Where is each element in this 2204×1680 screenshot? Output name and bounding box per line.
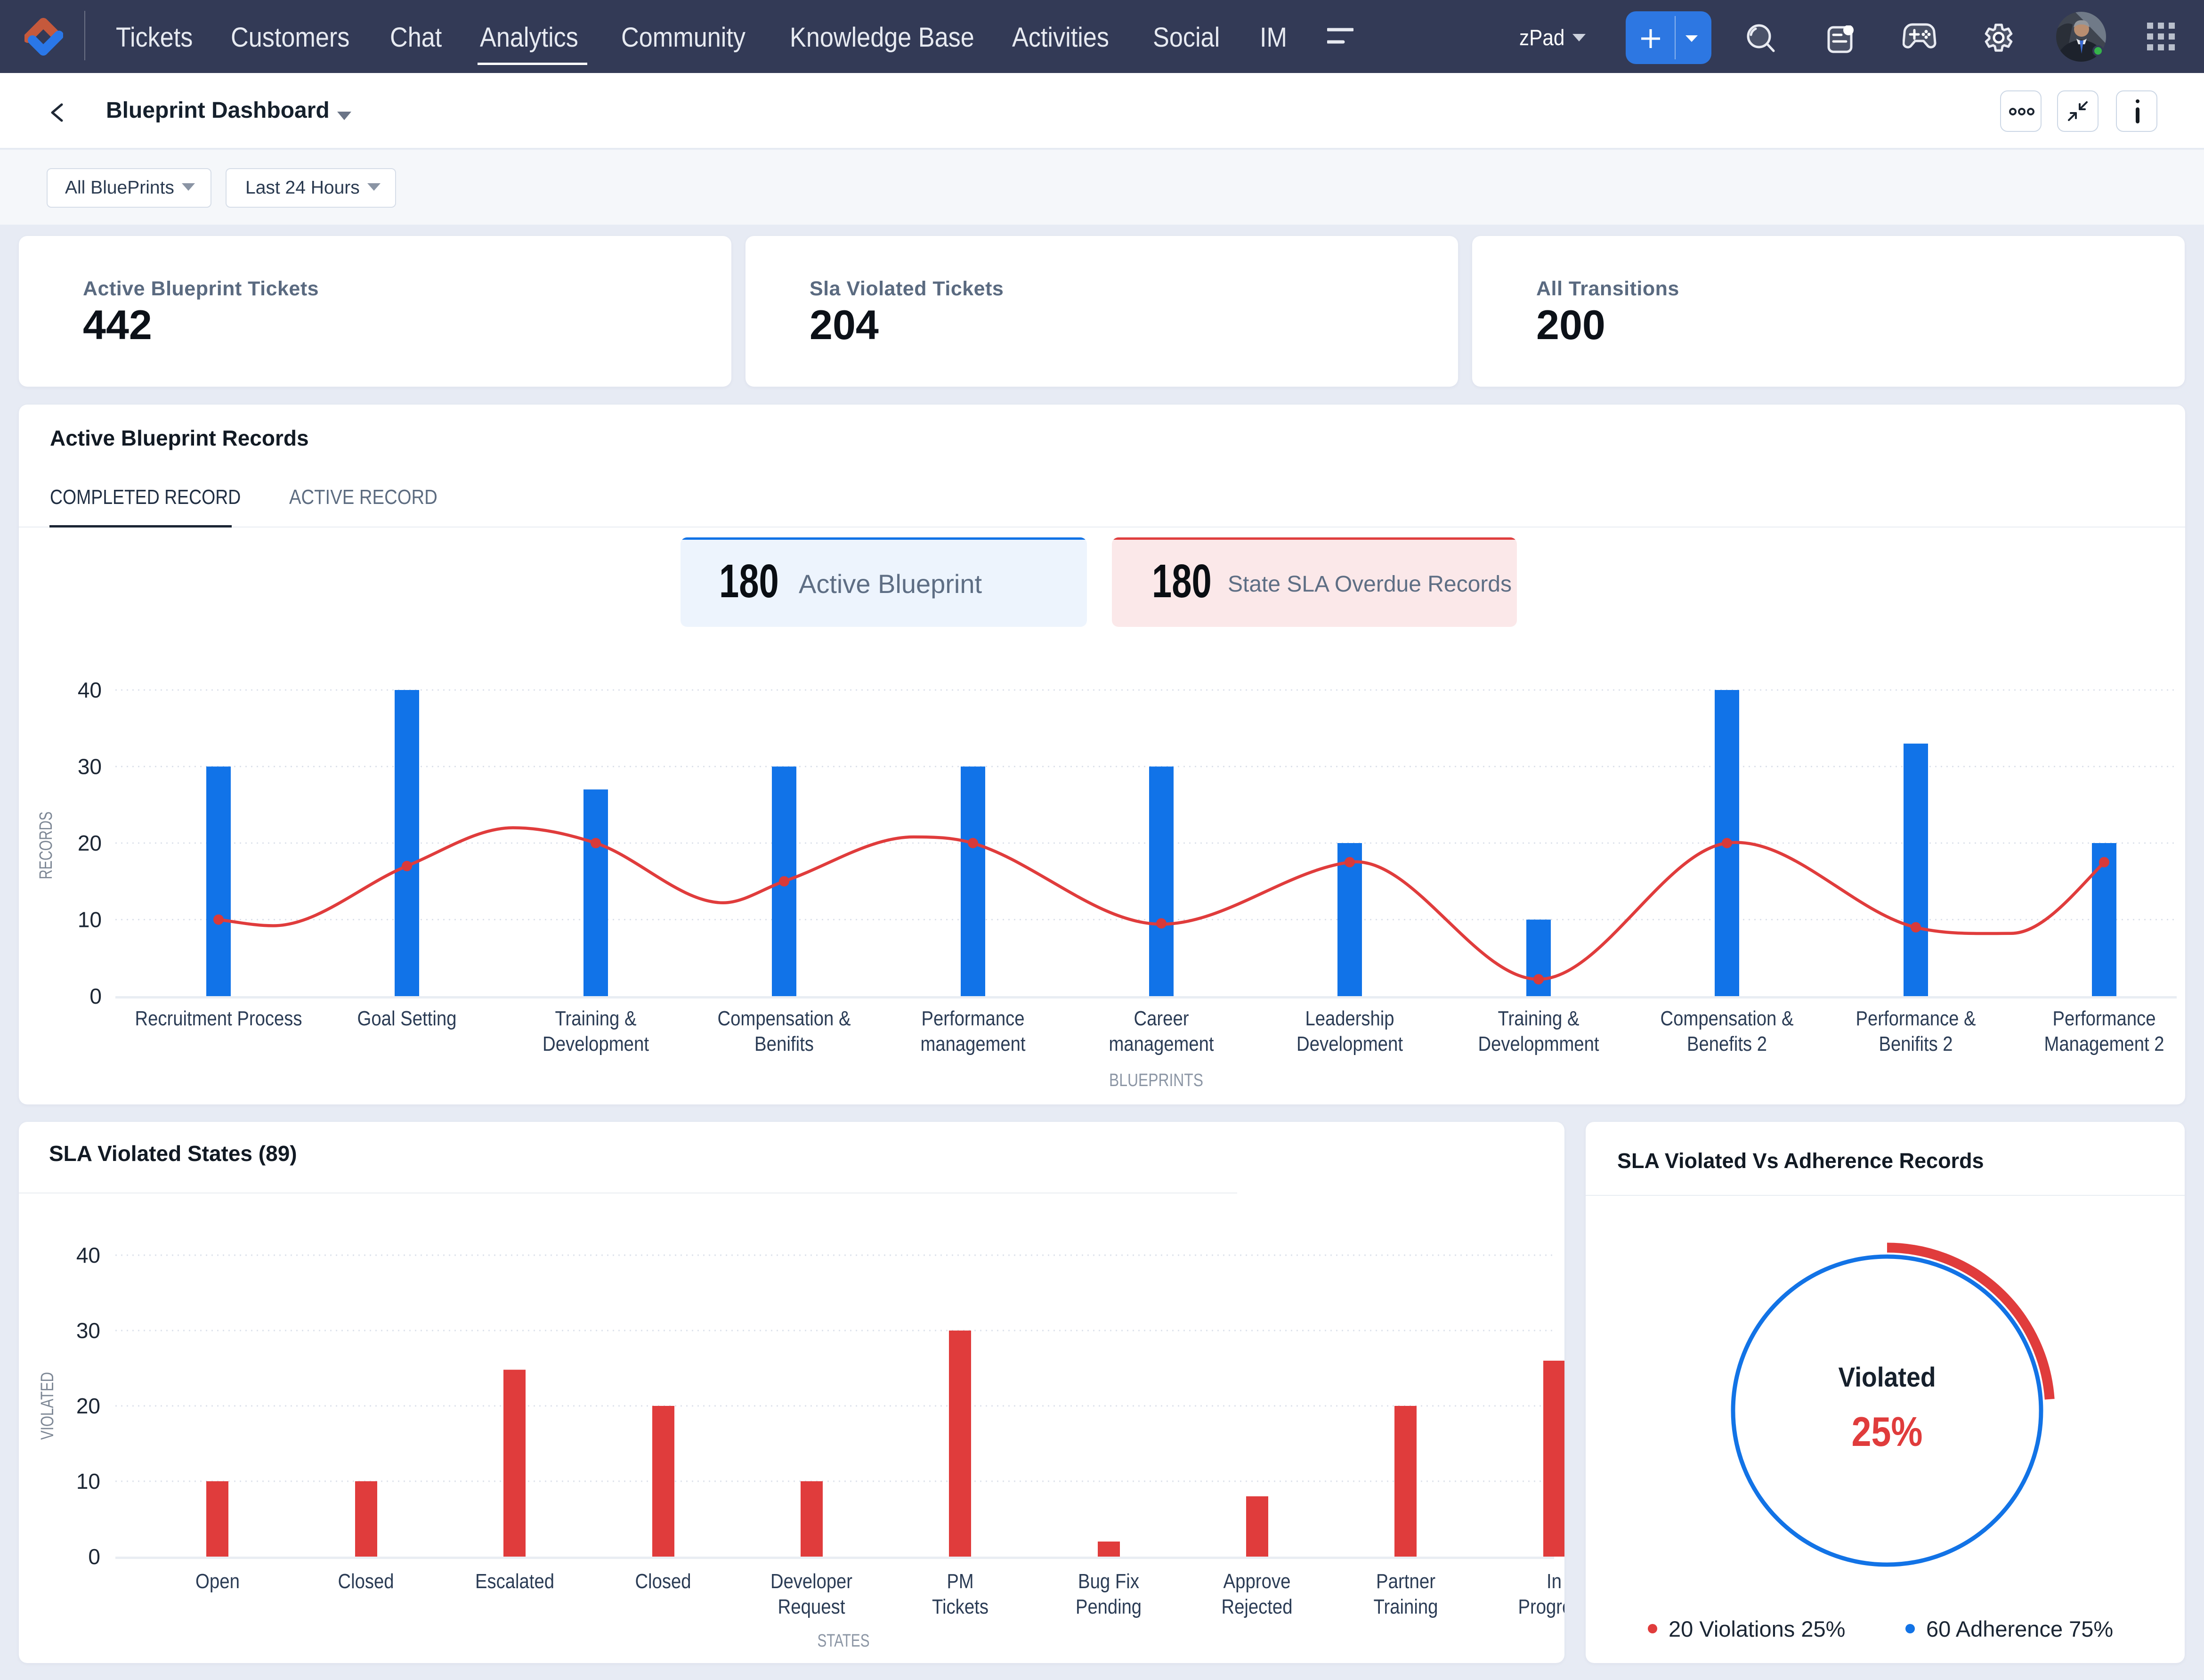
svg-text:20: 20: [78, 831, 102, 855]
svg-text:0: 0: [88, 1544, 100, 1569]
svg-text:Partner: Partner: [1376, 1570, 1435, 1593]
svg-text:Open: Open: [195, 1570, 240, 1593]
svg-text:Training &: Training &: [555, 1007, 637, 1030]
svg-text:Recruitment Process: Recruitment Process: [135, 1007, 302, 1030]
svg-text:Benifits: Benifits: [754, 1032, 814, 1055]
svg-text:Career: Career: [1134, 1007, 1189, 1030]
svg-text:30: 30: [76, 1318, 100, 1343]
svg-text:Performance &: Performance &: [1856, 1007, 1976, 1030]
svg-text:Performance: Performance: [2053, 1007, 2156, 1030]
svg-text:Violated: Violated: [1839, 1362, 1936, 1393]
svg-text:Approve: Approve: [1224, 1570, 1291, 1593]
svg-text:Escalated: Escalated: [475, 1570, 554, 1593]
svg-text:40: 40: [78, 678, 102, 702]
svg-text:Compensation &: Compensation &: [1661, 1007, 1794, 1030]
svg-text:25%: 25%: [1852, 1408, 1923, 1455]
svg-text:Request: Request: [778, 1595, 845, 1618]
svg-text:management: management: [1109, 1032, 1214, 1055]
svg-text:Training: Training: [1374, 1595, 1438, 1618]
svg-text:20: 20: [76, 1394, 100, 1418]
svg-text:Development: Development: [543, 1032, 649, 1055]
svg-text:Developer: Developer: [770, 1570, 852, 1593]
svg-text:10: 10: [76, 1469, 100, 1493]
svg-text:Benefits 2: Benefits 2: [1687, 1032, 1767, 1055]
svg-text:VIOLATED: VIOLATED: [38, 1372, 57, 1440]
svg-text:Closed: Closed: [635, 1570, 691, 1593]
svg-text:Developmment: Developmment: [1478, 1032, 1599, 1055]
svg-text:Benifits 2: Benifits 2: [1879, 1032, 1953, 1055]
svg-text:Tickets: Tickets: [932, 1595, 989, 1618]
svg-text:Closed: Closed: [338, 1570, 394, 1593]
svg-text:PM: PM: [947, 1570, 974, 1593]
svg-text:Pending: Pending: [1076, 1595, 1142, 1618]
svg-text:STATES: STATES: [818, 1631, 870, 1651]
svg-text:Management 2: Management 2: [2044, 1032, 2164, 1055]
svg-text:Training &: Training &: [1498, 1007, 1580, 1030]
svg-text:60 Adherence 75%: 60 Adherence 75%: [1926, 1616, 2113, 1641]
svg-text:Bug Fix: Bug Fix: [1078, 1570, 1139, 1593]
svg-text:Leadership: Leadership: [1305, 1007, 1394, 1030]
svg-text:20 Violations 25%: 20 Violations 25%: [1669, 1616, 1845, 1641]
svg-text:management: management: [921, 1032, 1026, 1055]
svg-text:40: 40: [76, 1243, 100, 1267]
svg-text:Rejected: Rejected: [1222, 1595, 1293, 1618]
svg-text:RECORDS: RECORDS: [36, 812, 56, 879]
svg-text:Compensation &: Compensation &: [718, 1007, 851, 1030]
svg-text:Performance: Performance: [922, 1007, 1025, 1030]
svg-text:10: 10: [78, 908, 102, 932]
svg-text:Progress: Progress: [1518, 1595, 1565, 1618]
svg-text:30: 30: [78, 755, 102, 779]
svg-text:Development: Development: [1296, 1032, 1403, 1055]
svg-text:0: 0: [89, 984, 102, 1008]
svg-text:In: In: [1547, 1570, 1562, 1593]
svg-text:Goal Setting: Goal Setting: [357, 1007, 457, 1030]
svg-text:BLUEPRINTS: BLUEPRINTS: [1109, 1071, 1203, 1090]
